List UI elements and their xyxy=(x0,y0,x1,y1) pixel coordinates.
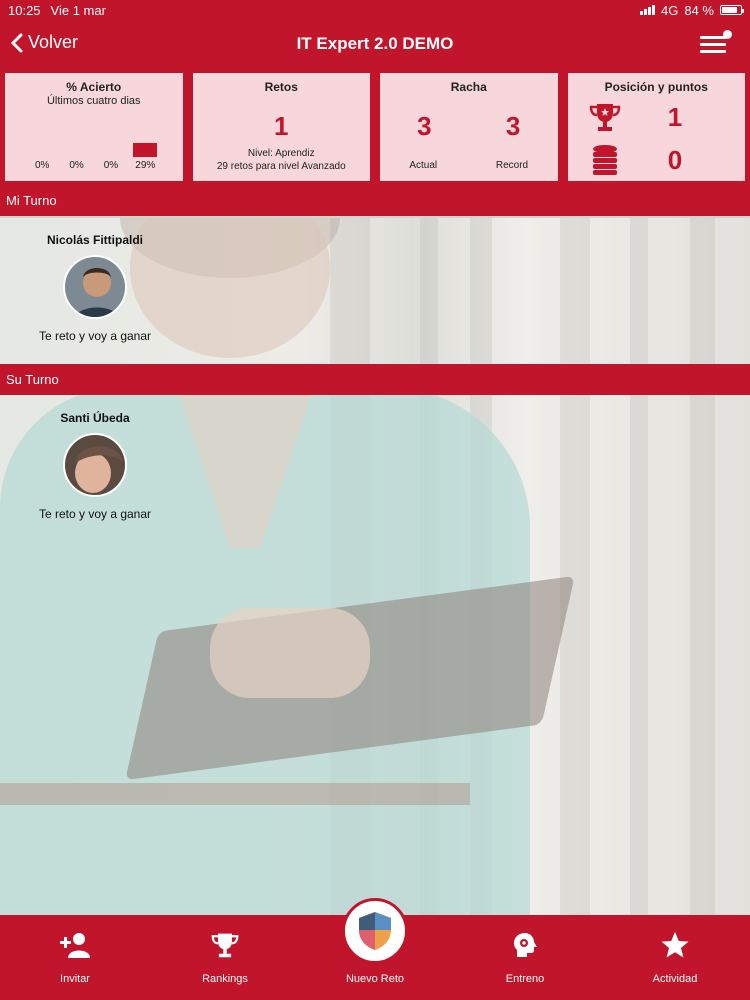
racha-actual-value: 3 xyxy=(417,111,432,141)
new-challenge-button[interactable] xyxy=(342,898,408,964)
tab-label: Rankings xyxy=(202,973,248,985)
status-date: Vie 1 mar xyxy=(50,2,106,18)
racha-title: Racha xyxy=(450,80,487,94)
stats-panel: % Acierto Últimos cuatro dias 0% 0% 0% 29% … xyxy=(0,68,750,185)
position-card: Posición y puntos 1 0 xyxy=(567,73,745,181)
accuracy-bar: 0% xyxy=(62,157,92,171)
tab-training[interactable]: Entreno xyxy=(450,915,600,1000)
trophy-icon xyxy=(211,933,239,958)
accuracy-bar-label: 0% xyxy=(69,160,84,171)
trophy-icon xyxy=(589,104,620,131)
chevron-left-icon xyxy=(10,33,23,52)
accuracy-bar-fill xyxy=(133,143,158,157)
player-card-their-turn[interactable]: Santi Úbeda Te reto y voy a ganar xyxy=(30,411,160,521)
retos-title: Retos xyxy=(264,80,298,94)
position-points: 0 xyxy=(667,144,683,175)
add-user-icon xyxy=(60,933,90,958)
racha-record-label: Record xyxy=(495,160,529,171)
signal-icon xyxy=(640,5,656,15)
tab-label: Nuevo Reto xyxy=(345,973,405,985)
network-type: 4G xyxy=(661,2,679,18)
brain-gear-icon xyxy=(514,933,537,957)
tab-label: Entreno xyxy=(505,973,545,985)
section-header-my-turn: Mi Turno xyxy=(0,185,750,216)
star-icon xyxy=(661,932,689,958)
section-header-their-turn: Su Turno xyxy=(0,364,750,395)
player-name: Nicolás Fittipaldi xyxy=(46,233,143,247)
accuracy-bar-label: 0% xyxy=(34,160,50,171)
accuracy-title: % Acierto xyxy=(66,80,122,94)
coins-icon xyxy=(592,145,617,175)
accuracy-bar: 0% xyxy=(27,157,57,171)
status-time: 10:25 xyxy=(8,2,41,18)
racha-card: Racha 3 3 Actual Record xyxy=(380,73,558,181)
menu-button[interactable] xyxy=(700,30,732,56)
position-rank: 1 xyxy=(667,101,683,132)
tab-bar: Invitar Rankings Nuevo Reto Entreno Acti… xyxy=(0,898,750,1000)
racha-actual-label: Actual xyxy=(409,160,438,171)
page-title: IT Expert 2.0 DEMO xyxy=(296,34,454,53)
retos-value: 1 xyxy=(274,111,289,141)
tab-label: Invitar xyxy=(60,973,90,985)
back-button[interactable]: Volver xyxy=(10,32,78,53)
battery-icon xyxy=(720,5,744,15)
player-name: Santi Úbeda xyxy=(60,411,130,425)
battery-percent: 84 % xyxy=(684,2,714,18)
accuracy-bar: 0% xyxy=(96,157,126,171)
shield-icon xyxy=(359,912,391,950)
notification-dot xyxy=(723,30,732,39)
retos-card: Retos 1 Nivel: Aprendiz 29 retos para ni… xyxy=(192,73,370,181)
accuracy-subtitle: Últimos cuatro dias xyxy=(46,95,141,107)
player-card-my-turn[interactable]: Nicolás Fittipaldi Te reto y voy a ganar xyxy=(30,233,160,343)
tab-label: Actividad xyxy=(652,973,698,985)
racha-record-value: 3 xyxy=(505,111,521,141)
accuracy-card: % Acierto Últimos cuatro dias 0% 0% 0% 29% xyxy=(5,73,183,181)
player-message: Te reto y voy a ganar xyxy=(38,329,152,343)
avatar xyxy=(63,433,127,497)
status-bar: 10:25 Vie 1 mar 4G 84 % xyxy=(0,0,750,20)
back-label: Volver xyxy=(28,32,79,52)
nav-bar: Volver IT Expert 2.0 DEMO xyxy=(0,20,750,68)
player-message: Te reto y voy a ganar xyxy=(38,507,152,521)
tab-new-challenge[interactable]: Nuevo Reto xyxy=(300,898,450,1000)
accuracy-chart: 0% 0% 0% 29% xyxy=(5,143,183,171)
accuracy-bar-label: 29% xyxy=(135,160,156,171)
accuracy-bar: 29% xyxy=(130,143,160,171)
accuracy-bar-label: 0% xyxy=(103,160,119,171)
tab-invite[interactable]: Invitar xyxy=(0,915,150,1000)
retos-next-level: 29 retos para nivel Avanzado xyxy=(216,161,346,172)
retos-level: Nivel: Aprendiz xyxy=(247,148,315,159)
position-title: Posición y puntos xyxy=(604,80,708,94)
avatar xyxy=(63,255,127,319)
tab-rankings[interactable]: Rankings xyxy=(150,915,300,1000)
tab-activity[interactable]: Actividad xyxy=(600,915,750,1000)
